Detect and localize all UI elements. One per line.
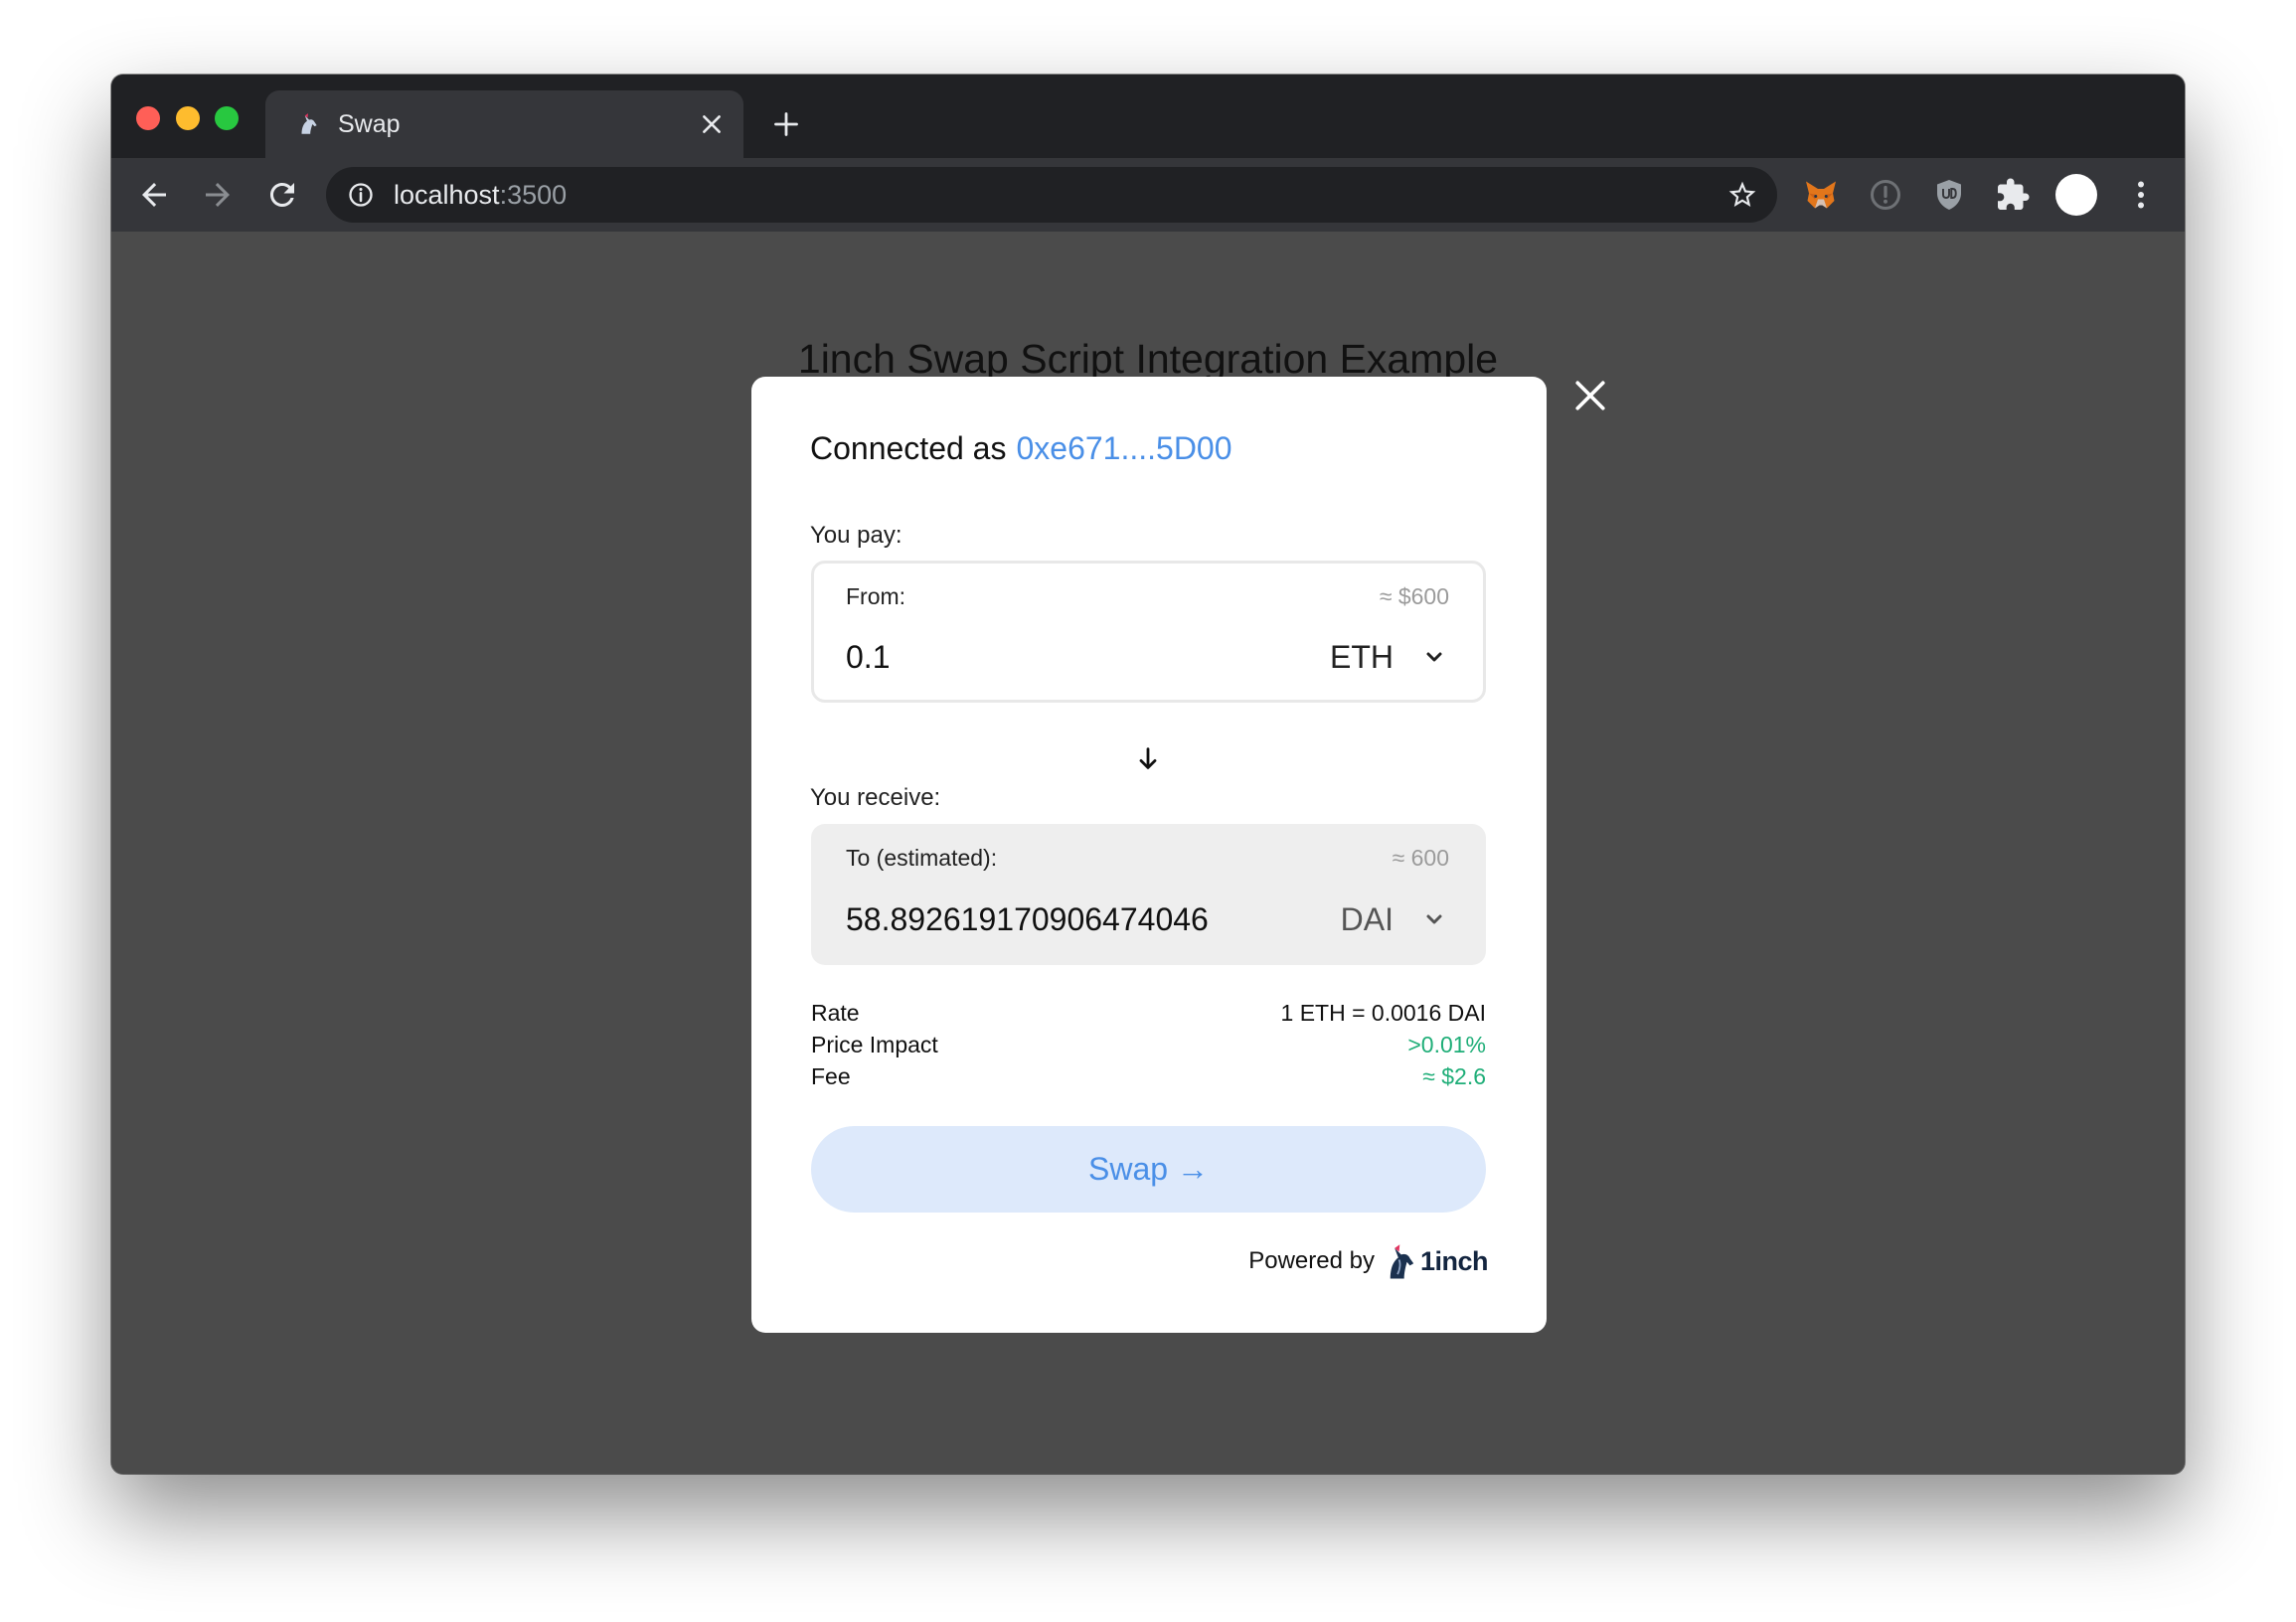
1inch-unicorn-logo-icon [1390, 1244, 1414, 1279]
powered-by-label: Powered by [1248, 1247, 1375, 1274]
1inch-wordmark: 1inch [1419, 1245, 1489, 1276]
url-text[interactable]: localhost:3500 [394, 167, 567, 223]
minimize-window-button[interactable] [176, 106, 200, 130]
page-content: 1inch Swap Script Integration Example Co… [111, 232, 2185, 1474]
to-label: To (estimated): [846, 845, 998, 871]
forward-arrow-icon[interactable] [200, 177, 236, 213]
tab-bar: Swap [111, 75, 2185, 158]
swap-details: Rate 1 ETH = 0.0016 DAI Price Impact >0.… [811, 997, 1486, 1092]
to-amount-output: 58.892619170906474046 [846, 901, 1209, 937]
profile-avatar[interactable] [2055, 174, 2097, 216]
browser-window: Swap localhost:3500 1inch Swap Script In… [111, 75, 2185, 1474]
chevron-down-icon[interactable] [1422, 907, 1446, 931]
from-amount-input[interactable]: 0.1 [846, 637, 890, 677]
tab-swap[interactable]: Swap [265, 90, 743, 158]
to-usd-value: ≈ 600 [1392, 845, 1449, 871]
to-token-box: To (estimated): ≈ 600 58.892619170906474… [811, 824, 1486, 965]
pay-label: You pay: [810, 522, 902, 549]
site-info-icon[interactable] [347, 181, 375, 209]
modal-close-icon[interactable] [1573, 379, 1607, 412]
detail-label: Fee [811, 1063, 851, 1089]
ublock-shield-icon[interactable] [1931, 177, 1967, 213]
detail-row-fee: Fee ≈ $2.6 [811, 1060, 1486, 1092]
metamask-icon[interactable] [1803, 177, 1839, 213]
detail-row-rate: Rate 1 ETH = 0.0016 DAI [811, 997, 1486, 1029]
maximize-window-button[interactable] [215, 106, 239, 130]
back-arrow-icon[interactable] [136, 177, 172, 213]
close-window-button[interactable] [136, 106, 160, 130]
to-token-select[interactable]: DAI [1341, 899, 1394, 939]
chevron-down-icon[interactable] [1422, 645, 1446, 669]
url-host: localhost [394, 180, 500, 210]
receive-label: You receive: [810, 784, 941, 811]
swap-button[interactable]: Swap → [811, 1126, 1486, 1213]
powered-by[interactable]: Powered by 1inch [1248, 1239, 1489, 1283]
new-tab-icon[interactable] [772, 110, 800, 138]
connected-label: Connected as [810, 430, 1007, 466]
address-bar[interactable]: localhost:3500 [326, 167, 1777, 223]
browser-toolbar: localhost:3500 [111, 158, 2185, 232]
arrow-down-icon[interactable] [1134, 744, 1162, 772]
detail-row-price-impact: Price Impact >0.01% [811, 1029, 1486, 1060]
url-port: :3500 [499, 180, 568, 210]
info-icon[interactable] [1868, 177, 1903, 213]
from-usd-value: ≈ $600 [1379, 583, 1449, 609]
from-token-select[interactable]: ETH [1330, 637, 1394, 677]
tab-title: Swap [338, 110, 401, 138]
bookmark-star-icon[interactable] [1726, 179, 1758, 211]
detail-label: Price Impact [811, 1032, 938, 1057]
detail-label: Rate [811, 1000, 860, 1026]
detail-value: >0.01% [1407, 1032, 1486, 1057]
detail-value: 1 ETH = 0.0016 DAI [1280, 1000, 1486, 1026]
close-tab-icon[interactable] [699, 111, 725, 137]
wallet-address-link[interactable]: 0xe671....5D00 [1016, 430, 1231, 466]
kebab-menu-icon[interactable] [2123, 177, 2159, 213]
from-token-box: From: ≈ $600 0.1 ETH [811, 561, 1486, 703]
reload-icon[interactable] [264, 177, 300, 213]
swap-modal: Connected as 0xe671....5D00 You pay: From… [751, 377, 1547, 1333]
from-label: From: [846, 583, 906, 609]
detail-value: ≈ $2.6 [1422, 1063, 1486, 1089]
puzzle-extensions-icon[interactable] [1995, 177, 2031, 213]
unicorn-favicon-icon [301, 113, 317, 134]
connected-status: Connected as 0xe671....5D00 [810, 428, 1232, 468]
